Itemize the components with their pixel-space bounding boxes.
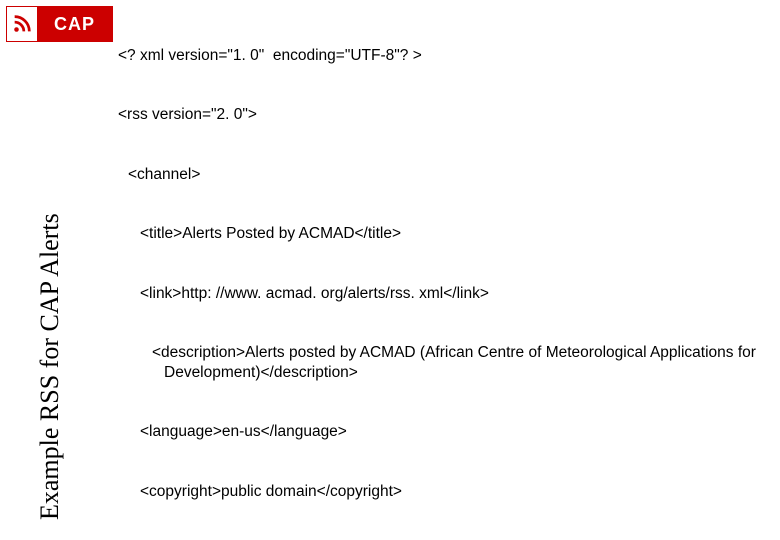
feed-icon (11, 13, 33, 35)
code-line: <copyright>public domain</copyright> (118, 482, 768, 502)
code-line: <title>Alerts Posted by ACMAD</title> (118, 224, 768, 244)
cap-logo: CAP (6, 6, 113, 42)
sidebar-title: Example RSS for CAP Alerts (35, 213, 65, 520)
code-line: <description>Alerts posted by ACMAD (Afr… (118, 343, 768, 383)
cap-logo-text: CAP (37, 7, 112, 41)
code-line: <rss version="2. 0"> (118, 105, 768, 125)
code-line: <channel> (118, 165, 768, 185)
code-line: <language>en-us</language> (118, 422, 768, 442)
rss-xml-code: <? xml version="1. 0" encoding="UTF-8"? … (118, 6, 768, 540)
code-line: <link>http: //www. acmad. org/alerts/rss… (118, 284, 768, 304)
page: CAP Example RSS for CAP Alerts <? xml ve… (0, 0, 780, 540)
cap-logo-mark (7, 7, 37, 41)
code-line: <? xml version="1. 0" encoding="UTF-8"? … (118, 46, 768, 66)
